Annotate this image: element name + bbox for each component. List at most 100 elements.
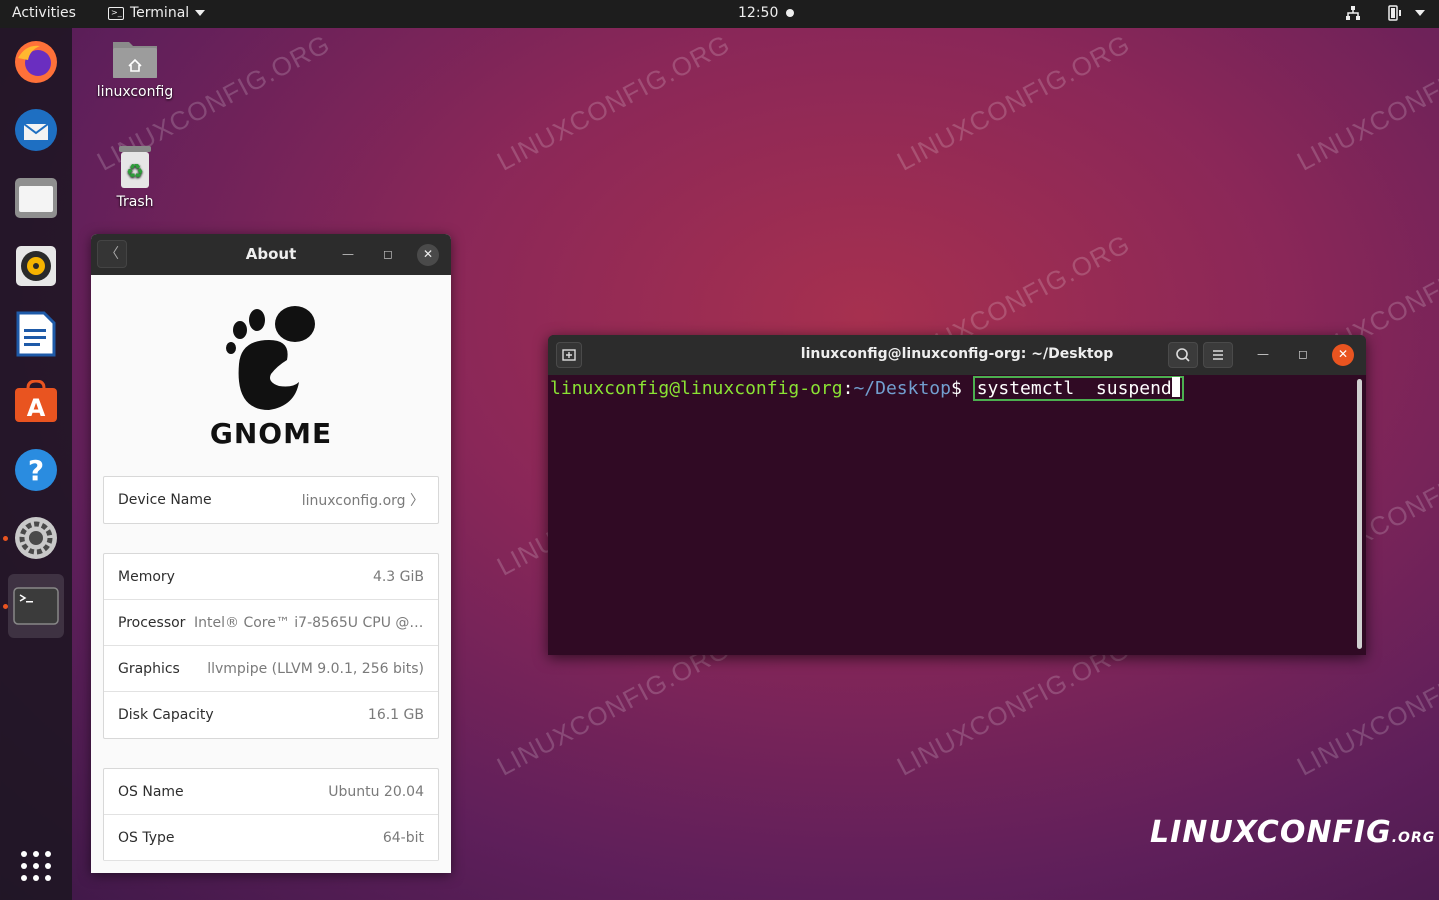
hamburger-menu-icon bbox=[1213, 350, 1223, 360]
minimize-button[interactable]: — bbox=[1252, 344, 1274, 366]
watermark: LINUXCONFIG.ORG bbox=[492, 633, 735, 782]
disk-capacity-row: Disk Capacity 16.1 GB bbox=[104, 692, 438, 738]
command-highlight: systemctl suspend bbox=[972, 376, 1184, 401]
os-type-value: 64-bit bbox=[382, 829, 424, 846]
disk-capacity-value: 16.1 GB bbox=[367, 707, 424, 723]
gnome-foot-logo bbox=[226, 306, 315, 410]
device-name-value: linuxconfig.org 〉 bbox=[302, 490, 424, 510]
about-header-bar: 〈 About — ◻ ✕ bbox=[91, 234, 451, 275]
os-type-label: OS Type bbox=[118, 829, 175, 846]
app-menu-label: Terminal bbox=[130, 5, 190, 21]
terminal-icon bbox=[13, 587, 59, 625]
os-type-row: OS Type 64-bit bbox=[104, 815, 438, 861]
text-cursor bbox=[1171, 377, 1180, 397]
prompt-separator: : bbox=[842, 378, 854, 399]
dock-software[interactable]: A bbox=[8, 374, 64, 430]
command-text: systemctl suspend bbox=[976, 378, 1172, 399]
processor-row: Processor Intel® Core™ i7-8565U CPU @ 1… bbox=[104, 600, 438, 646]
device-name-row[interactable]: Device Name linuxconfig.org 〉 bbox=[104, 477, 438, 523]
graphics-value: llvmpipe (LLVM 9.0.1, 256 bits) bbox=[207, 660, 424, 677]
close-icon: ✕ bbox=[422, 247, 434, 261]
settings-icon bbox=[15, 517, 57, 559]
desktop-trash[interactable]: ♻ Trash bbox=[96, 144, 174, 210]
dock-firefox[interactable] bbox=[8, 34, 64, 90]
menu-button[interactable] bbox=[1203, 342, 1233, 368]
help-icon: ? bbox=[15, 449, 57, 491]
scrollbar[interactable] bbox=[1357, 379, 1362, 649]
about-window: 〈 About — ◻ ✕ GNOME Device Name linuxcon… bbox=[91, 234, 451, 873]
dock-settings[interactable] bbox=[8, 510, 64, 566]
gnome-wordmark: GNOME bbox=[209, 417, 333, 450]
dock-terminal[interactable] bbox=[8, 574, 64, 638]
device-name-label: Device Name bbox=[118, 492, 212, 508]
prompt-path: ~/Desktop bbox=[853, 378, 951, 399]
terminal-title: linuxconfig@linuxconfig-org: ~/Desktop bbox=[800, 346, 1114, 362]
system-menu-chevron-icon[interactable] bbox=[1415, 10, 1425, 16]
memory-row: Memory 4.3 GiB bbox=[104, 554, 438, 600]
libreoffice-writer-icon bbox=[16, 311, 56, 357]
software-icon: A bbox=[15, 380, 57, 422]
close-icon: ✕ bbox=[1337, 347, 1349, 361]
watermark: LINUXCONFIG.ORG bbox=[892, 633, 1135, 782]
svg-text:?: ? bbox=[28, 454, 44, 487]
device-name-text: linuxconfig.org bbox=[301, 493, 406, 509]
maximize-button[interactable]: ◻ bbox=[377, 244, 399, 266]
network-icon[interactable] bbox=[1345, 5, 1361, 21]
dock-files[interactable] bbox=[8, 170, 64, 226]
battery-icon[interactable] bbox=[1383, 5, 1405, 21]
brand-main: LINUXCONFIG bbox=[1150, 815, 1392, 850]
home-folder-icon bbox=[113, 42, 157, 78]
dock-rhythmbox[interactable] bbox=[8, 238, 64, 294]
memory-value: 4.3 GiB bbox=[372, 568, 424, 585]
memory-label: Memory bbox=[118, 568, 175, 585]
trash-icon: ♻ bbox=[119, 146, 151, 188]
desktop-home-label: linuxconfig bbox=[96, 84, 174, 100]
watermark: LINUXCONFIG.ORG bbox=[1292, 28, 1439, 177]
app-menu[interactable]: >_ Terminal bbox=[108, 5, 206, 21]
svg-text:A: A bbox=[27, 394, 46, 422]
dock-writer[interactable] bbox=[8, 306, 64, 362]
close-button[interactable]: ✕ bbox=[1332, 344, 1354, 366]
files-icon bbox=[15, 178, 57, 218]
svg-text:♻: ♻ bbox=[126, 159, 144, 183]
dock-thunderbird[interactable] bbox=[8, 102, 64, 158]
terminal-window: linuxconfig@linuxconfig-org: ~/Desktop —… bbox=[548, 335, 1366, 655]
dock-help[interactable]: ? bbox=[8, 442, 64, 498]
clock-time: 12:50 bbox=[738, 5, 779, 21]
search-button[interactable] bbox=[1168, 342, 1198, 368]
dock: A ? bbox=[0, 28, 72, 900]
maximize-button[interactable]: ◻ bbox=[1292, 344, 1314, 366]
brand-suffix: .ORG bbox=[1391, 830, 1436, 846]
terminal-content[interactable]: linuxconfig@linuxconfig-org:~/Desktop$ s… bbox=[550, 376, 1184, 401]
desktop-trash-label: Trash bbox=[116, 194, 154, 210]
search-icon bbox=[1176, 348, 1190, 362]
hardware-group: Memory 4.3 GiB Processor Intel® Core™ i7… bbox=[103, 553, 439, 739]
prompt-user: linuxconfig@linuxconfig-org bbox=[550, 378, 843, 399]
os-name-label: OS Name bbox=[118, 783, 184, 800]
firefox-icon bbox=[15, 41, 57, 83]
terminal-header-bar: linuxconfig@linuxconfig-org: ~/Desktop —… bbox=[548, 335, 1366, 375]
watermark: LINUXCONFIG.ORG bbox=[492, 28, 735, 177]
graphics-label: Graphics bbox=[118, 660, 180, 677]
chevron-right-icon: 〉 bbox=[405, 493, 424, 509]
thunderbird-icon bbox=[15, 109, 57, 151]
show-applications-icon bbox=[21, 851, 51, 881]
disk-capacity-label: Disk Capacity bbox=[118, 707, 214, 723]
system-tray[interactable] bbox=[1345, 5, 1425, 21]
top-bar: Activities >_ Terminal 12:50 bbox=[0, 0, 1439, 28]
clock[interactable]: 12:50 bbox=[738, 5, 795, 21]
close-button[interactable]: ✕ bbox=[417, 244, 439, 266]
minimize-button[interactable]: — bbox=[337, 244, 359, 266]
show-applications-button[interactable] bbox=[8, 838, 64, 894]
watermark: LINUXCONFIG.ORG bbox=[892, 28, 1135, 177]
linuxconfig-brand-logo: LINUXCONFIG.ORG bbox=[1150, 815, 1435, 850]
rhythmbox-icon bbox=[16, 246, 56, 286]
prompt-symbol: $ bbox=[951, 378, 962, 399]
notification-dot-icon bbox=[786, 9, 795, 17]
os-name-value: Ubuntu 20.04 bbox=[328, 783, 424, 800]
os-name-row: OS Name Ubuntu 20.04 bbox=[104, 769, 438, 815]
processor-label: Processor bbox=[118, 614, 186, 631]
desktop-home-folder[interactable]: linuxconfig bbox=[96, 36, 174, 100]
activities-button[interactable]: Activities bbox=[12, 5, 76, 21]
watermark: LINUXCONFIG.ORG bbox=[1292, 633, 1439, 782]
